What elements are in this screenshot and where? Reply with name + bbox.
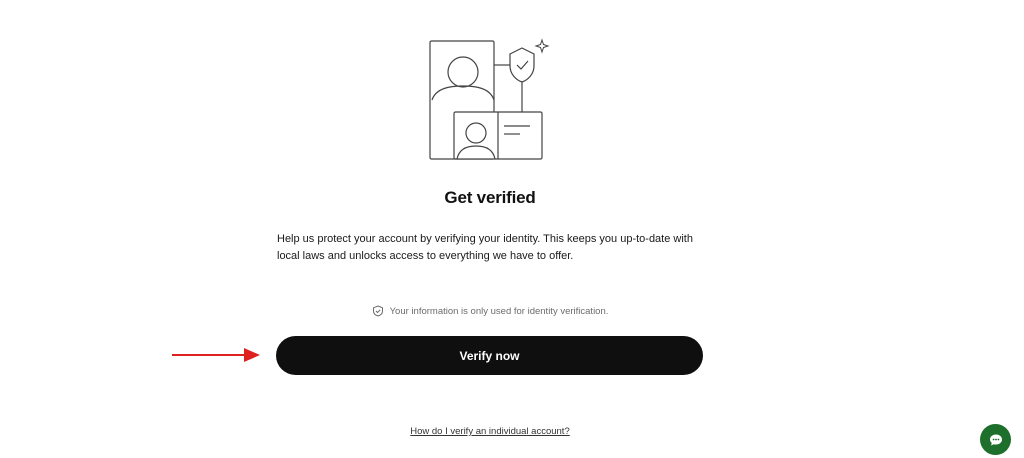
privacy-note-text: Your information is only used for identi… — [389, 305, 609, 317]
identity-verification-illustration — [429, 38, 550, 160]
chat-bubble-icon — [989, 434, 1002, 445]
description-text: Help us protect your account by verifyin… — [277, 233, 693, 262]
page-title: Get verified — [444, 188, 536, 207]
privacy-note: Your information is only used for identi… — [0, 305, 980, 317]
verify-individual-account-link[interactable]: How do I verify an individual account? — [410, 426, 569, 437]
red-arrow-annotation — [172, 348, 260, 362]
chat-button[interactable] — [980, 424, 1011, 455]
help-link-container: How do I verify an individual account? — [0, 426, 980, 437]
shield-check-icon — [372, 305, 383, 317]
verify-now-button[interactable]: Verify now — [276, 336, 703, 375]
verification-page: Get verified Help us protect your accoun… — [0, 0, 1024, 458]
